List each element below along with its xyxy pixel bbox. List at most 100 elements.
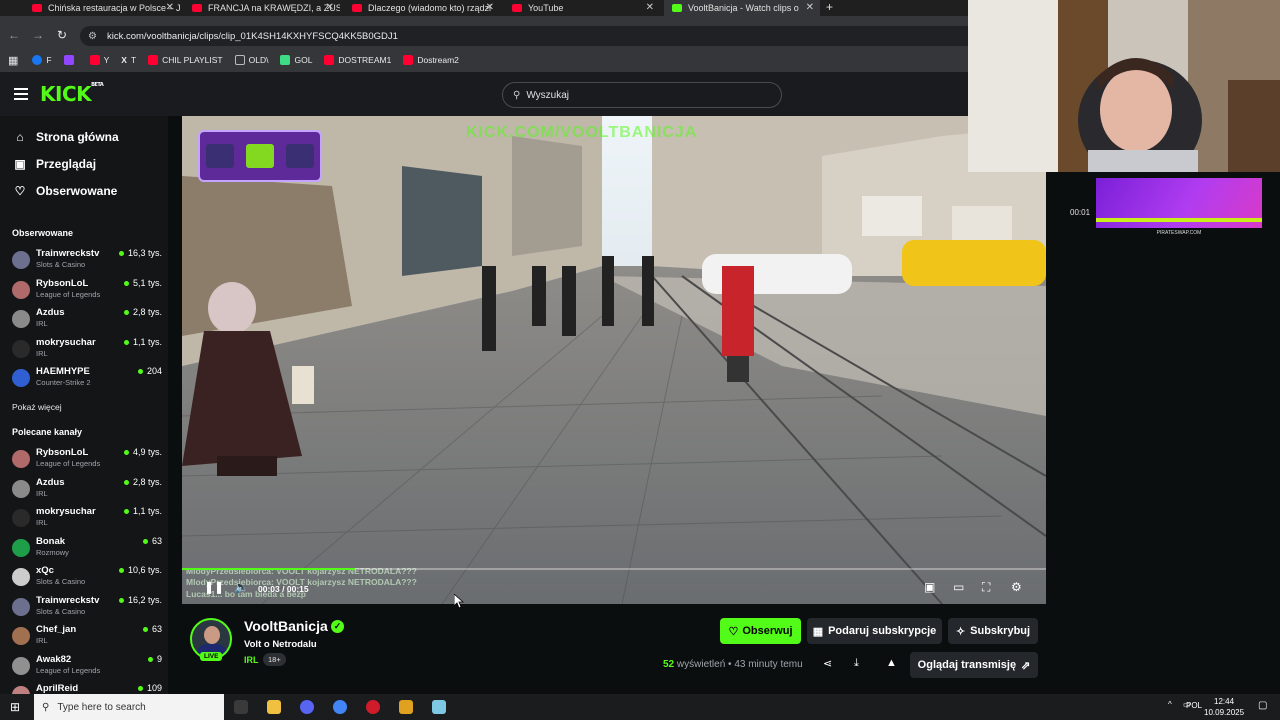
close-icon[interactable]: ✕ — [646, 2, 654, 13]
menu-icon[interactable] — [14, 88, 28, 100]
site-info-icon[interactable]: ⚙ — [88, 31, 97, 42]
followed-channel[interactable]: mokrysuchar IRL 1,1 tys. — [12, 337, 162, 363]
bookmark-twitch[interactable] — [63, 55, 78, 65]
taskbar-search[interactable]: ⚲ Type here to search — [34, 694, 224, 720]
avatar — [12, 539, 30, 557]
sidebar-item-label: Obserwowane — [36, 184, 118, 198]
pause-icon[interactable]: ❚❚ — [204, 580, 224, 594]
report-icon[interactable]: ▲ — [886, 657, 897, 669]
browse-icon: ▣ — [14, 157, 26, 171]
miniplayer-icon[interactable]: ▣ — [924, 580, 935, 594]
forward-icon[interactable]: → — [30, 28, 46, 42]
back-icon[interactable]: ← — [6, 28, 22, 42]
language-indicator[interactable]: POL — [1186, 701, 1202, 710]
bookmark-dostream1[interactable]: DOSTREAM1 — [324, 55, 391, 65]
channel-name: AprilReid — [36, 683, 79, 694]
download-icon[interactable]: ⤓ — [854, 657, 859, 670]
followed-channel[interactable]: Azdus IRL 2,8 tys. — [12, 307, 162, 333]
file-explorer-icon[interactable] — [267, 700, 281, 714]
bookmark-dostream2[interactable]: Dostream2 — [403, 55, 459, 65]
close-icon[interactable]: ✕ — [806, 2, 814, 13]
kick-logo[interactable]: KICKBETA — [40, 82, 104, 106]
close-icon[interactable]: ✕ — [326, 2, 334, 13]
reload-icon[interactable]: ↻ — [54, 28, 70, 42]
volume-icon[interactable]: 🔈 — [234, 580, 249, 594]
bookmark-x[interactable]: XT — [121, 55, 136, 65]
viewer-count: 2,8 tys. — [124, 477, 162, 487]
channel-category: IRL — [36, 489, 48, 498]
close-icon[interactable]: ✕ — [166, 2, 174, 13]
recommended-channel[interactable]: Awak82 League of Legends 9 — [12, 654, 162, 680]
channel-category: IRL — [36, 636, 48, 645]
channel-name: Azdus — [36, 477, 65, 488]
bookmark-folder-old[interactable]: OLD\ — [234, 55, 268, 65]
app-icon[interactable] — [432, 700, 446, 714]
followed-channel[interactable]: RybsonLoL League of Legends 5,1 tys. — [12, 278, 162, 304]
channel-name: Bonak — [36, 536, 66, 547]
bookmark-gol[interactable]: GOL — [280, 55, 312, 65]
bookmark-label: F — [46, 55, 52, 65]
recommended-channel[interactable]: Bonak Rozmowy 63 — [12, 536, 162, 562]
recommended-channel[interactable]: Trainwreckstv Slots & Casino 16,2 tys. — [12, 595, 162, 621]
recommended-channel[interactable]: RybsonLoL League of Legends 4,9 tys. — [12, 447, 162, 473]
clip-age: 43 minuty temu — [734, 659, 803, 670]
recommended-channel[interactable]: Chef_jan IRL 63 — [12, 624, 162, 650]
recommended-channel[interactable]: AprilReid 109 — [12, 683, 162, 694]
browser-tab[interactable]: YouTube ✕ — [504, 0, 660, 16]
theater-mode-icon[interactable]: ▭ — [953, 580, 964, 594]
notifications-icon[interactable]: ▢ — [1258, 700, 1267, 711]
recommended-channel[interactable]: xQc Slots & Casino 10,6 tys. — [12, 565, 162, 591]
stream-category[interactable]: IRL — [244, 655, 259, 665]
show-more-link[interactable]: Pokaż więcej — [12, 402, 62, 412]
bookmark-youtube[interactable]: Y — [89, 55, 110, 65]
browser-tab[interactable]: Dlaczego (wiadomo kto) rządzi ✕ — [344, 0, 500, 16]
share-icon[interactable]: ⋖ — [823, 657, 832, 670]
fullscreen-icon[interactable]: ⛶ — [982, 580, 990, 595]
channel-name: Azdus — [36, 307, 65, 318]
start-icon[interactable]: ⊞ — [10, 700, 20, 714]
close-icon[interactable]: ✕ — [486, 2, 494, 13]
taskbar-search-placeholder: Type here to search — [57, 701, 146, 713]
browser-tab-active[interactable]: VooltBanicja - Watch clips o ✕ — [664, 0, 820, 16]
watch-stream-button[interactable]: Oglądaj transmisję ⇗ — [910, 652, 1038, 678]
sponsor-banner[interactable]: PIRATESWAP.COM — [1096, 178, 1262, 236]
sidebar-item-following[interactable]: ♡ Obserwowane — [12, 184, 118, 198]
bookmark-label: Y — [103, 55, 110, 65]
folder-icon — [234, 55, 245, 65]
current-time: 00:03 — [258, 584, 280, 594]
discord-icon[interactable] — [300, 700, 314, 714]
recommended-channel[interactable]: Azdus IRL 2,8 tys. — [12, 477, 162, 503]
followed-channel[interactable]: Trainwreckstv Slots & Casino 16,3 tys. — [12, 248, 162, 274]
chrome-icon[interactable] — [333, 700, 347, 714]
taskbar-clock[interactable]: 12:44 10.09.2025 — [1204, 696, 1244, 718]
age-badge: 18+ — [263, 653, 286, 666]
bookmark-facebook[interactable]: F — [32, 55, 52, 65]
video-player[interactable]: KICK.COM/VOOLTBANICJA MlodyPrzedsiebiorc… — [182, 116, 1046, 604]
browser-tab[interactable]: Chińska restauracja w Polsce – J ✕ — [24, 0, 180, 16]
video-progress-bar[interactable] — [182, 568, 1046, 570]
new-tab-icon[interactable]: + — [826, 0, 833, 14]
subscribe-button[interactable]: ✧ Subskrybuj — [948, 618, 1038, 644]
follow-button[interactable]: ♡ Obserwuj — [720, 618, 801, 644]
total-time: 00:15 — [286, 584, 309, 594]
app-icon[interactable] — [366, 700, 380, 714]
channel-category: League of Legends — [36, 290, 101, 299]
sidebar-item-home[interactable]: ⌂ Strona główna — [12, 130, 119, 144]
subscribe-label: Subskrybuj — [970, 625, 1031, 637]
bookmark-chil-playlist[interactable]: CHIL PLAYLIST — [148, 55, 223, 65]
tab-title: FRANCJA na KRAWĘDZI, a ZUS — [208, 3, 340, 13]
app-icon[interactable] — [399, 700, 413, 714]
sidebar-item-label: Strona główna — [36, 130, 119, 144]
followed-channel[interactable]: HAEMHYPE Counter-Strike 2 204 — [12, 366, 162, 392]
search-input[interactable]: ⚲ Wyszukaj — [502, 82, 782, 108]
settings-icon[interactable]: ⚙ — [1011, 580, 1022, 594]
viewer-count: 4,9 tys. — [124, 447, 162, 457]
recommended-channel[interactable]: mokrysuchar IRL 1,1 tys. — [12, 506, 162, 532]
channel-name[interactable]: VooltBanicja — [244, 618, 328, 634]
browser-tab[interactable]: FRANCJA na KRAWĘDZI, a ZUS ✕ — [184, 0, 340, 16]
sidebar-item-browse[interactable]: ▣ Przeglądaj — [12, 157, 96, 171]
task-view-icon[interactable] — [234, 700, 248, 714]
apps-icon[interactable]: ▦ — [8, 54, 18, 67]
gift-subscription-button[interactable]: ▦ Podaruj subskrypcje — [807, 618, 942, 644]
tray-chevron-icon[interactable]: ^ — [1168, 700, 1172, 709]
